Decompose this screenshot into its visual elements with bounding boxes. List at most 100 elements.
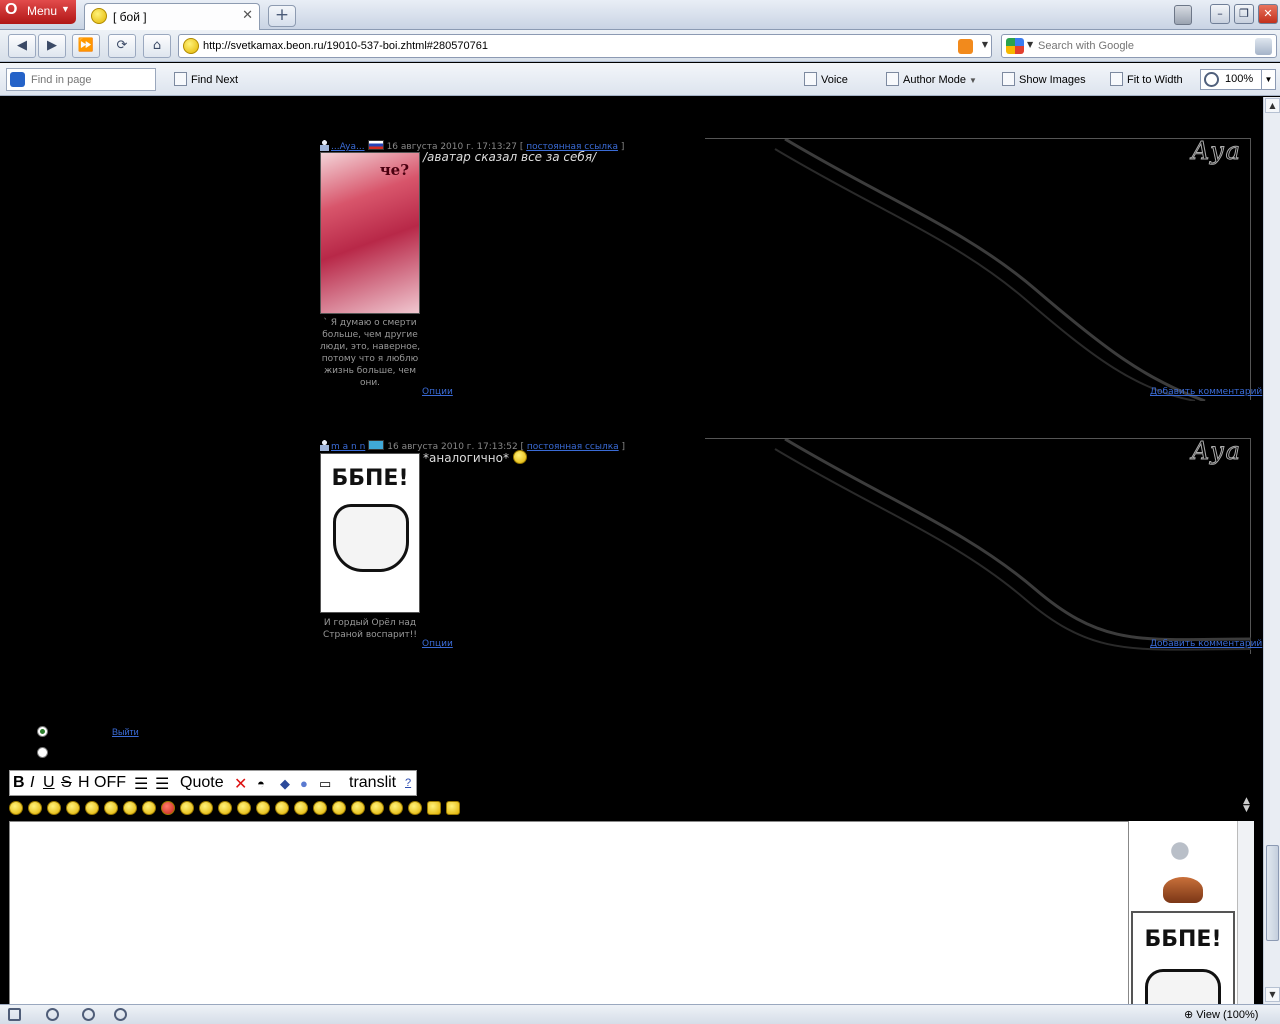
close-window-button[interactable]: ✕ <box>1258 4 1278 24</box>
chevron-down-icon[interactable]: ▼ <box>982 40 988 49</box>
smiley-icon[interactable] <box>313 801 327 815</box>
address-bar[interactable]: http://svetkamax.beon.ru/19010-537-boi.z… <box>178 34 992 58</box>
strike-button[interactable]: S <box>61 774 72 792</box>
book-icon[interactable]: ▭ <box>319 776 331 792</box>
smiley-icon[interactable] <box>294 801 308 815</box>
radio-option-2[interactable] <box>37 747 48 758</box>
smiley-icon[interactable] <box>9 801 23 815</box>
title-bar: O Menu ▼ [ бой ] ✕ + – ❐ ✕ <box>0 0 1280 30</box>
smiley-icon[interactable] <box>180 801 194 815</box>
unite-icon[interactable] <box>82 1008 95 1021</box>
search-input[interactable] <box>1038 37 1248 55</box>
align-center-icon[interactable]: ☰ <box>134 774 148 794</box>
smiley-icon[interactable] <box>85 801 99 815</box>
avatar-thumbnail[interactable]: ББПЕ! <box>1131 911 1235 1004</box>
sync-icon[interactable] <box>46 1008 59 1021</box>
zoom-select[interactable]: 100% ▼ <box>1200 69 1276 90</box>
smiley-icon[interactable] <box>47 801 61 815</box>
smiley-icon[interactable] <box>142 801 156 815</box>
find-input[interactable] <box>31 72 151 88</box>
user-insert-icon[interactable]: ● <box>300 776 308 791</box>
microphone-icon <box>804 72 817 86</box>
diamond-icon[interactable]: ◆ <box>280 776 290 792</box>
back-button[interactable]: ◀ <box>8 34 36 58</box>
post-author-link[interactable]: ...Aya... <box>331 142 365 152</box>
permalink-link[interactable]: постоянная ссылка <box>527 442 619 452</box>
turbo-icon[interactable] <box>114 1008 127 1021</box>
smiley-icon[interactable] <box>123 801 137 815</box>
post-options-link[interactable]: Опции <box>422 639 453 649</box>
editor-scrollbar[interactable] <box>1237 821 1254 1004</box>
rss-feed-icon[interactable] <box>958 39 973 54</box>
trash-icon[interactable] <box>1174 5 1192 25</box>
tab-active[interactable]: [ бой ] ✕ <box>84 3 260 30</box>
align-right-icon[interactable]: ☰ <box>155 774 169 794</box>
post-options-link[interactable]: Опции <box>422 387 453 397</box>
radio-option-1[interactable] <box>37 726 48 737</box>
search-icon[interactable] <box>1255 38 1272 55</box>
quote-button[interactable]: Quote <box>180 774 224 792</box>
google-icon[interactable] <box>1006 38 1024 54</box>
opera-menu-button[interactable]: O Menu ▼ <box>0 0 76 24</box>
smiley-icon[interactable] <box>351 801 365 815</box>
helmet-icon[interactable] <box>1163 877 1203 903</box>
add-comment-link[interactable]: Добавить комментарий <box>1150 639 1262 649</box>
find-in-page-field[interactable] <box>6 68 156 91</box>
logout-link[interactable]: Выйти <box>112 727 139 737</box>
resize-arrows-icon[interactable]: ▲ ▼ <box>1243 797 1250 814</box>
thumbs-up-icon[interactable] <box>427 801 441 815</box>
fit-to-width-button[interactable]: Fit to Width <box>1110 72 1183 86</box>
smiley-icon[interactable] <box>218 801 232 815</box>
home-button[interactable]: ⌂ <box>143 34 171 58</box>
show-images-button[interactable]: Show Images <box>1002 72 1086 86</box>
smiley-icon[interactable] <box>66 801 80 815</box>
post-author-link[interactable]: m a n n <box>331 442 365 452</box>
chevron-down-icon[interactable]: ▼ <box>1261 70 1275 89</box>
fast-forward-button[interactable]: ⏩ <box>72 34 100 58</box>
chevron-down-icon[interactable]: ▼ <box>1027 40 1033 49</box>
close-tab-icon[interactable]: ✕ <box>242 8 253 23</box>
smiley-icon[interactable] <box>237 801 251 815</box>
comment-textarea[interactable] <box>10 822 1128 1004</box>
angry-smiley-icon[interactable] <box>161 801 175 815</box>
forward-button[interactable]: ▶ <box>38 34 66 58</box>
off-button[interactable]: OFF <box>94 774 126 792</box>
smiley-icon[interactable] <box>256 801 270 815</box>
underline-button[interactable]: U <box>43 774 55 792</box>
panel-toggle-icon[interactable] <box>8 1008 21 1021</box>
page-scrollbar[interactable]: ▲ ▼ <box>1263 97 1280 1004</box>
scroll-down-arrow-icon[interactable]: ▼ <box>1265 987 1280 1002</box>
smiley-icon[interactable] <box>275 801 289 815</box>
editor-side-panel: ББПЕ! <box>1129 821 1237 1004</box>
zoom-status[interactable]: ⊕ View (100%) <box>1184 1008 1258 1021</box>
smiley-icon[interactable] <box>28 801 42 815</box>
add-comment-link[interactable]: Добавить комментарий <box>1150 387 1262 397</box>
new-tab-button[interactable]: + <box>268 5 296 27</box>
voice-button[interactable]: Voice <box>804 72 848 86</box>
search-box[interactable]: ▼ <box>1001 34 1277 58</box>
cool-smiley-icon[interactable] <box>389 801 403 815</box>
knight-shield-icon[interactable] <box>1161 835 1203 867</box>
heading-button[interactable]: H <box>78 774 90 792</box>
smiley-icon[interactable] <box>408 801 422 815</box>
minimize-button[interactable]: – <box>1210 4 1230 24</box>
italic-button[interactable]: I <box>30 774 34 792</box>
thumbs-down-icon[interactable] <box>446 801 460 815</box>
smiley-icon[interactable] <box>199 801 213 815</box>
help-link[interactable]: ? <box>405 777 411 789</box>
bold-button[interactable]: B <box>13 774 25 792</box>
comment-editor[interactable] <box>9 821 1129 1004</box>
address-url[interactable]: http://svetkamax.beon.ru/19010-537-boi.z… <box>203 40 488 52</box>
author-mode-button[interactable]: Author Mode ▼ <box>886 72 977 86</box>
restore-button[interactable]: ❐ <box>1234 4 1254 24</box>
smiley-icon[interactable] <box>370 801 384 815</box>
translit-button[interactable]: translit <box>349 774 396 792</box>
find-next-button[interactable]: Find Next <box>174 72 238 86</box>
smiley-icon[interactable] <box>104 801 118 815</box>
smiley-icon[interactable] <box>332 801 346 815</box>
scroll-thumb[interactable] <box>1266 845 1279 941</box>
clear-format-icon[interactable]: ✕ <box>234 774 247 794</box>
helmet-icon[interactable]: ◓ <box>257 776 265 791</box>
reload-button[interactable]: ⟳ <box>108 34 136 58</box>
scroll-up-arrow-icon[interactable]: ▲ <box>1265 98 1280 113</box>
